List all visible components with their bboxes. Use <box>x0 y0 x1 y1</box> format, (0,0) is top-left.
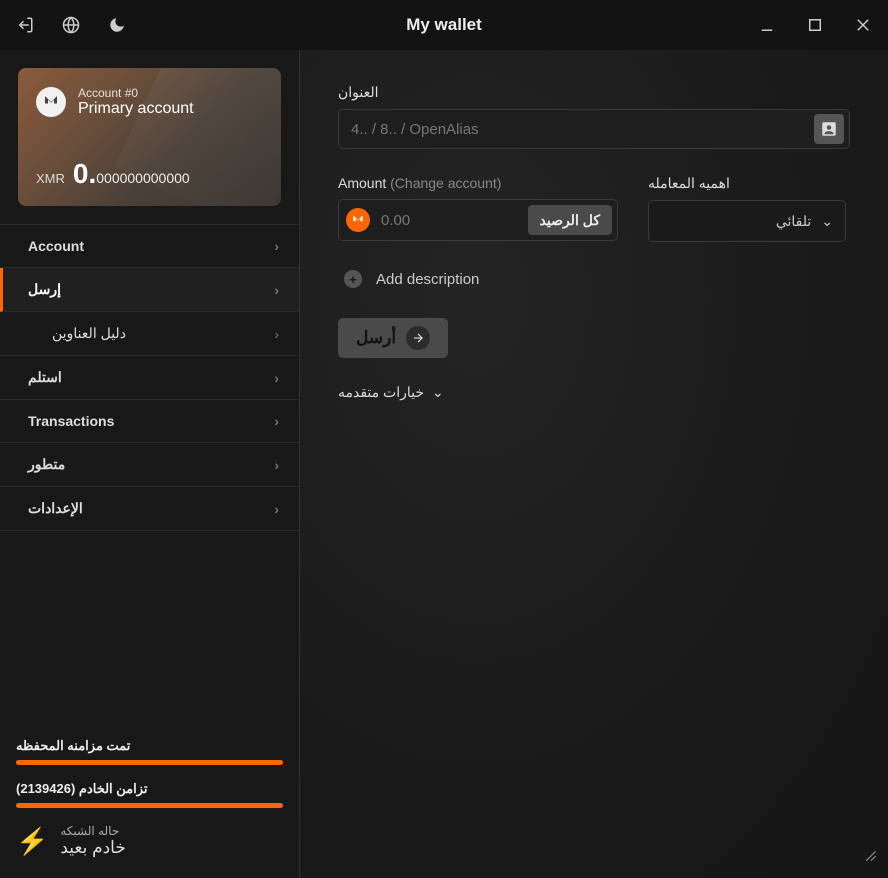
chevron-right-icon: › <box>274 370 279 386</box>
wallet-sync-progress <box>16 760 283 765</box>
close-icon[interactable] <box>854 16 872 34</box>
network-status[interactable]: ⚡ حاله الشبكه خادم بعيد <box>16 824 283 858</box>
priority-value: تلقائي <box>776 213 811 230</box>
send-button[interactable]: أرسل <box>338 318 448 358</box>
resize-handle-icon[interactable] <box>864 849 878 868</box>
nav-send-label: إرسل <box>28 281 61 298</box>
chevron-down-icon: ⌄ <box>432 384 444 401</box>
balance-currency: XMR <box>36 171 65 186</box>
chevron-down-icon: ⌄ <box>821 213 833 230</box>
nav-address-book-label: دليل العناوين <box>52 325 126 342</box>
nav-receive-label: استلم <box>28 369 62 386</box>
main-content: العنوان Amount (Change account) كل الرصي… <box>300 50 888 878</box>
moon-icon[interactable] <box>108 16 126 34</box>
add-description-label: Add description <box>376 271 479 288</box>
network-status-value: خادم بعيد <box>60 838 126 858</box>
send-button-label: أرسل <box>356 328 396 348</box>
maximize-icon[interactable] <box>806 16 824 34</box>
sidebar: Account #0 Primary account XMR 0.0000000… <box>0 50 300 878</box>
wallet-sync-label: تمت مزامنه المحفظه <box>16 738 283 754</box>
plus-icon: + <box>344 270 362 288</box>
amount-label-text: Amount <box>338 175 386 191</box>
balance-minor: 000000000000 <box>96 170 189 186</box>
bolt-icon: ⚡ <box>16 826 48 857</box>
all-balance-button[interactable]: كل الرصيد <box>528 205 613 235</box>
priority-label: اهميه المعامله <box>648 175 846 192</box>
nav-address-book[interactable]: دليل العناوين › <box>0 312 299 356</box>
titlebar: My wallet <box>0 0 888 50</box>
nav-transactions-label: Transactions <box>28 413 114 429</box>
monero-icon <box>346 208 370 232</box>
nav-transactions[interactable]: Transactions › <box>0 400 299 443</box>
nav: Account › إرسل › دليل العناوين › استلم ›… <box>0 224 299 531</box>
account-number-label: Account #0 <box>78 86 194 100</box>
status-block: تمت مزامنه المحفظه تزامن الخادم (2139426… <box>0 726 299 878</box>
address-input[interactable] <box>338 109 850 149</box>
address-book-button[interactable] <box>814 114 844 144</box>
globe-icon[interactable] <box>62 16 80 34</box>
chevron-right-icon: › <box>274 326 279 342</box>
amount-label: Amount (Change account) <box>338 175 618 191</box>
nav-receive[interactable]: استلم › <box>0 356 299 400</box>
arrow-right-icon <box>406 326 430 350</box>
balance-major: 0. <box>73 158 96 189</box>
nav-account-label: Account <box>28 238 84 254</box>
balance: XMR 0.000000000000 <box>36 158 190 190</box>
nav-settings[interactable]: الإعدادات › <box>0 487 299 531</box>
chevron-right-icon: › <box>274 238 279 254</box>
network-status-label: حاله الشبكه <box>60 824 126 838</box>
nav-account[interactable]: Account › <box>0 225 299 268</box>
minimize-icon[interactable] <box>758 16 776 34</box>
chevron-right-icon: › <box>274 413 279 429</box>
chevron-right-icon: › <box>274 457 279 473</box>
advanced-options-toggle[interactable]: خيارات متقدمه ⌄ <box>338 384 850 401</box>
address-label: العنوان <box>338 84 850 101</box>
logout-icon[interactable] <box>16 16 34 34</box>
daemon-sync-progress <box>16 803 283 808</box>
window-title: My wallet <box>406 15 482 35</box>
chevron-right-icon: › <box>274 282 279 298</box>
nav-advanced-label: متطور <box>28 456 65 473</box>
daemon-sync-label: تزامن الخادم (2139426) <box>16 781 283 797</box>
nav-advanced[interactable]: متطور › <box>0 443 299 487</box>
nav-settings-label: الإعدادات <box>28 500 83 517</box>
nav-send[interactable]: إرسل › <box>0 268 299 312</box>
account-card[interactable]: Account #0 Primary account XMR 0.0000000… <box>18 68 281 206</box>
monero-logo-icon <box>36 87 66 117</box>
priority-select[interactable]: تلقائي ⌄ <box>648 200 846 242</box>
advanced-options-label: خيارات متقدمه <box>338 384 424 401</box>
add-description-button[interactable]: + Add description <box>344 270 850 288</box>
chevron-right-icon: › <box>274 501 279 517</box>
change-account-link[interactable]: (Change account) <box>390 175 501 191</box>
account-name: Primary account <box>78 100 194 118</box>
